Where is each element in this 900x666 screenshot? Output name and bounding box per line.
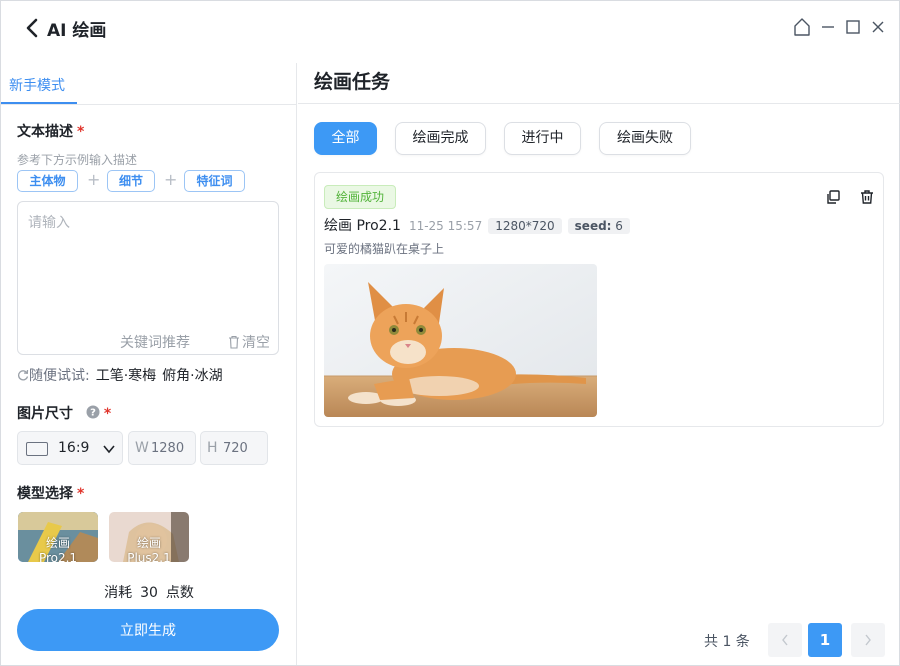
try-row: 随便试试: 工笔·寒梅 俯角·冰湖 [17, 365, 223, 385]
svg-text:?: ? [90, 408, 96, 419]
task-prompt: 可爱的橘猫趴在桌子上 [324, 242, 445, 256]
model-label-pro-text: 绘画 Pro2.1 [38, 536, 78, 562]
filter-failed[interactable]: 绘画失败 [599, 122, 691, 155]
task-card: 绘画成功 绘画 Pro2.1 11-25 15:57 1280*720 seed: 6… [314, 172, 884, 427]
height-field: H [200, 431, 268, 465]
model-select-title: 模型选择 * [17, 486, 85, 502]
close-icon[interactable] [868, 16, 888, 38]
plus-icon: + [87, 170, 101, 189]
model-label-pro: 绘画 Pro2.1 [18, 536, 98, 562]
tab-beginner-mode[interactable]: 新手模式 [9, 75, 65, 95]
page-title: 绘画任务 [314, 71, 391, 93]
app-window: AI 绘画 新手模式 文本描述 * 参考下方示例输入描述 主体物 + 细节 + 特… [0, 0, 900, 666]
ratio-select[interactable]: 16:9 [17, 431, 123, 465]
refresh-icon[interactable] [17, 369, 29, 381]
height-input[interactable] [223, 439, 265, 457]
model-label-plus: 绘画 Plus2.1 [109, 536, 189, 562]
chip-subject[interactable]: 主体物 [17, 170, 78, 192]
chip-detail[interactable]: 细节 [107, 170, 155, 192]
text-description-title: 文本描述 * [17, 124, 85, 140]
seed-badge: seed: 6 [567, 218, 630, 234]
filter-all[interactable]: 全部 [314, 122, 377, 155]
task-meta: 绘画 Pro2.1 11-25 15:57 1280*720 seed: 6 [324, 215, 630, 235]
chevron-down-icon [103, 445, 115, 454]
trash-icon [229, 335, 239, 349]
model-card-pro[interactable]: 绘画 Pro2.1 [18, 512, 98, 562]
help-icon[interactable]: ? [86, 405, 100, 419]
app-title: AI 绘画 [47, 21, 107, 41]
cost-text: 消耗 30 点数 [104, 585, 194, 601]
model-label-plus-text: 绘画 Plus2.1 [127, 536, 171, 562]
ratio-rect-icon [26, 442, 48, 456]
try-label: 随便试试: [29, 368, 90, 384]
try-item-fujiao[interactable]: 俯角·冰湖 [162, 368, 222, 384]
filter-in-progress[interactable]: 进行中 [504, 122, 581, 155]
resolution-badge: 1280*720 [488, 218, 562, 234]
minimize-icon[interactable] [818, 16, 838, 38]
width-input[interactable] [151, 439, 193, 457]
chevron-left-icon [782, 634, 788, 646]
next-page-button[interactable] [851, 623, 885, 657]
chevron-left-icon[interactable] [23, 15, 41, 41]
home-icon[interactable] [792, 16, 812, 38]
maximize-icon[interactable] [843, 16, 863, 38]
width-field: W [128, 431, 196, 465]
chip-feature[interactable]: 特征词 [184, 170, 245, 192]
text-description-hint: 参考下方示例输入描述 [17, 153, 138, 167]
mode-tab-bar: 新手模式 [1, 63, 297, 105]
title-bar: AI 绘画 [1, 1, 899, 55]
task-model: 绘画 Pro2.1 [324, 218, 401, 234]
pagination-total: 共 1 条 [704, 634, 750, 650]
right-panel: 绘画任务 全部 绘画完成 进行中 绘画失败 绘画成功 绘画 Pro2.1 11-2… [298, 55, 900, 665]
chevron-right-icon [865, 634, 871, 646]
generate-button[interactable]: 立即生成 [17, 609, 279, 651]
copy-icon[interactable] [825, 189, 841, 205]
prompt-input[interactable] [18, 202, 278, 322]
ratio-value: 16:9 [58, 440, 90, 456]
model-card-plus[interactable]: 绘画 Plus2.1 [109, 512, 189, 562]
page-button-current[interactable]: 1 [808, 623, 842, 657]
prev-page-button[interactable] [768, 623, 802, 657]
left-panel: 新手模式 文本描述* 参考下方示例输入描述 主体物 + 细节 + 特征词 关键词… [1, 63, 297, 665]
plus-icon: + [164, 170, 178, 189]
task-result-image[interactable] [324, 264, 597, 417]
tab-underline [1, 102, 77, 104]
trash-icon[interactable] [859, 189, 875, 205]
try-item-gongbi[interactable]: 工笔·寒梅 [96, 368, 156, 384]
filter-completed[interactable]: 绘画完成 [395, 122, 486, 155]
status-badge: 绘画成功 [324, 185, 396, 209]
keyword-recommend-link[interactable]: 关键词推荐 [120, 332, 190, 352]
clear-button[interactable]: 清空 [228, 332, 270, 352]
image-size-title: 图片尺寸 ? * [17, 405, 112, 422]
right-header: 绘画任务 [298, 55, 900, 104]
task-time: 11-25 15:57 [408, 219, 483, 233]
prompt-textarea-box: 关键词推荐 清空 [17, 201, 279, 355]
